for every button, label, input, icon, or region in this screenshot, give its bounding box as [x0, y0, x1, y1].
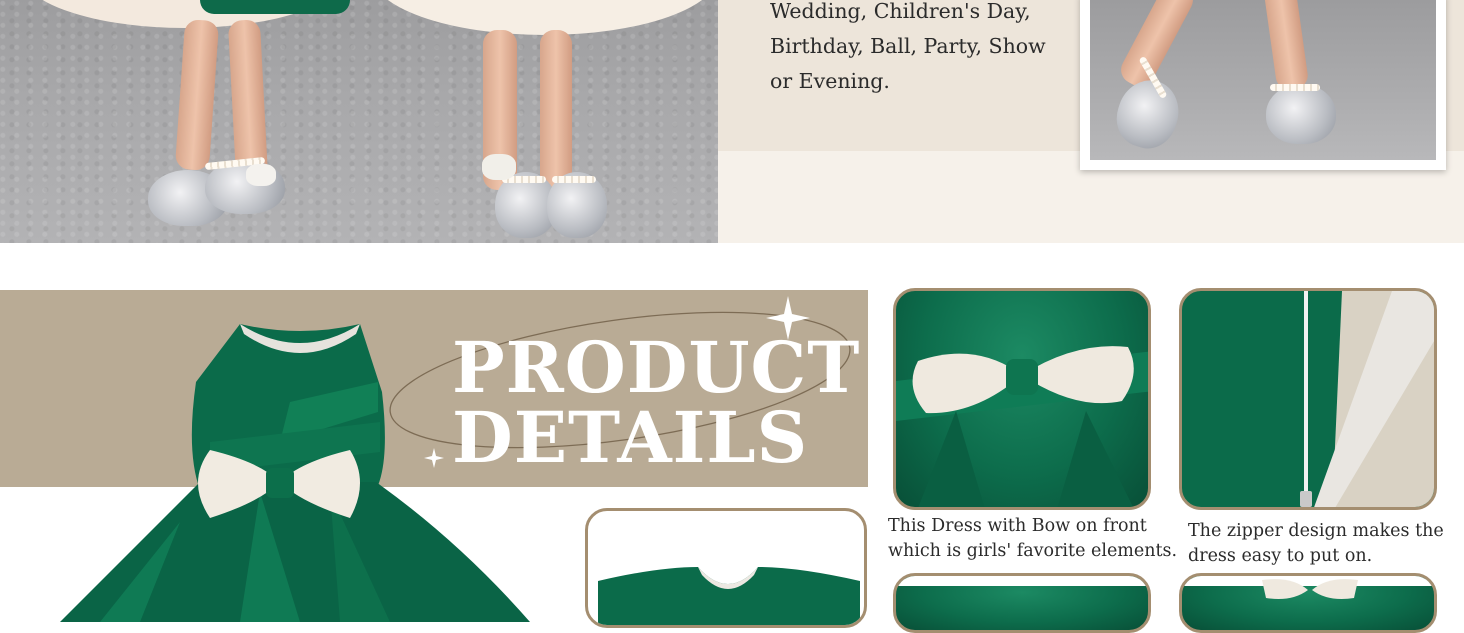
- feature-caption-zipper-line-1: The zipper design makes the: [1188, 521, 1444, 541]
- occasion-line-1: Wedding, Children's Day,: [770, 0, 1031, 23]
- feature-caption-bow-line-1: This Dress with Bow on front: [888, 516, 1147, 536]
- pearl-strap-3: [552, 176, 596, 183]
- feature-caption-zipper-line-2: dress easy to put on.: [1188, 546, 1373, 566]
- left-dress-green-panel: [200, 0, 350, 14]
- occasion-line-2: Birthday, Ball, Party, Show: [770, 34, 1046, 58]
- detail-panel-neckline: [585, 508, 867, 628]
- product-details-title-line-1: PRODUCT: [452, 326, 861, 409]
- occasion-text: Wedding, Children's Day, Birthday, Ball,…: [770, 0, 1070, 99]
- photo-girls-shoes: [0, 0, 718, 243]
- detail-panel-zipper: [1179, 288, 1437, 510]
- shoe-bow-2: [482, 154, 516, 180]
- framed-shoe-2: [1266, 84, 1336, 144]
- feature-caption-bow: This Dress with Bow on front which is gi…: [888, 514, 1177, 564]
- feature-caption-bow-line-2: which is girls' favorite elements.: [888, 541, 1178, 561]
- detail-panel-bottom-right: [1179, 573, 1437, 633]
- framed-photo-content: [1090, 0, 1436, 160]
- framed-shoe-1: [1108, 72, 1188, 156]
- carpet-texture: [0, 0, 718, 243]
- framed-strap-2: [1270, 84, 1320, 91]
- occasion-line-3: or Evening.: [770, 69, 890, 93]
- panel-white-corner: [896, 576, 1148, 586]
- shoe-bow-1: [246, 164, 276, 186]
- product-details-title-line-2: DETAILS: [452, 396, 809, 479]
- detail-panel-bow: [893, 288, 1151, 510]
- feature-caption-zipper: The zipper design makes the dress easy t…: [1188, 519, 1444, 569]
- framed-leg-2: [1262, 0, 1310, 92]
- right-girl-leg-2: [540, 30, 572, 190]
- detail-panel-bottom-left: [893, 573, 1151, 633]
- framed-shoes-photo: [1080, 0, 1446, 170]
